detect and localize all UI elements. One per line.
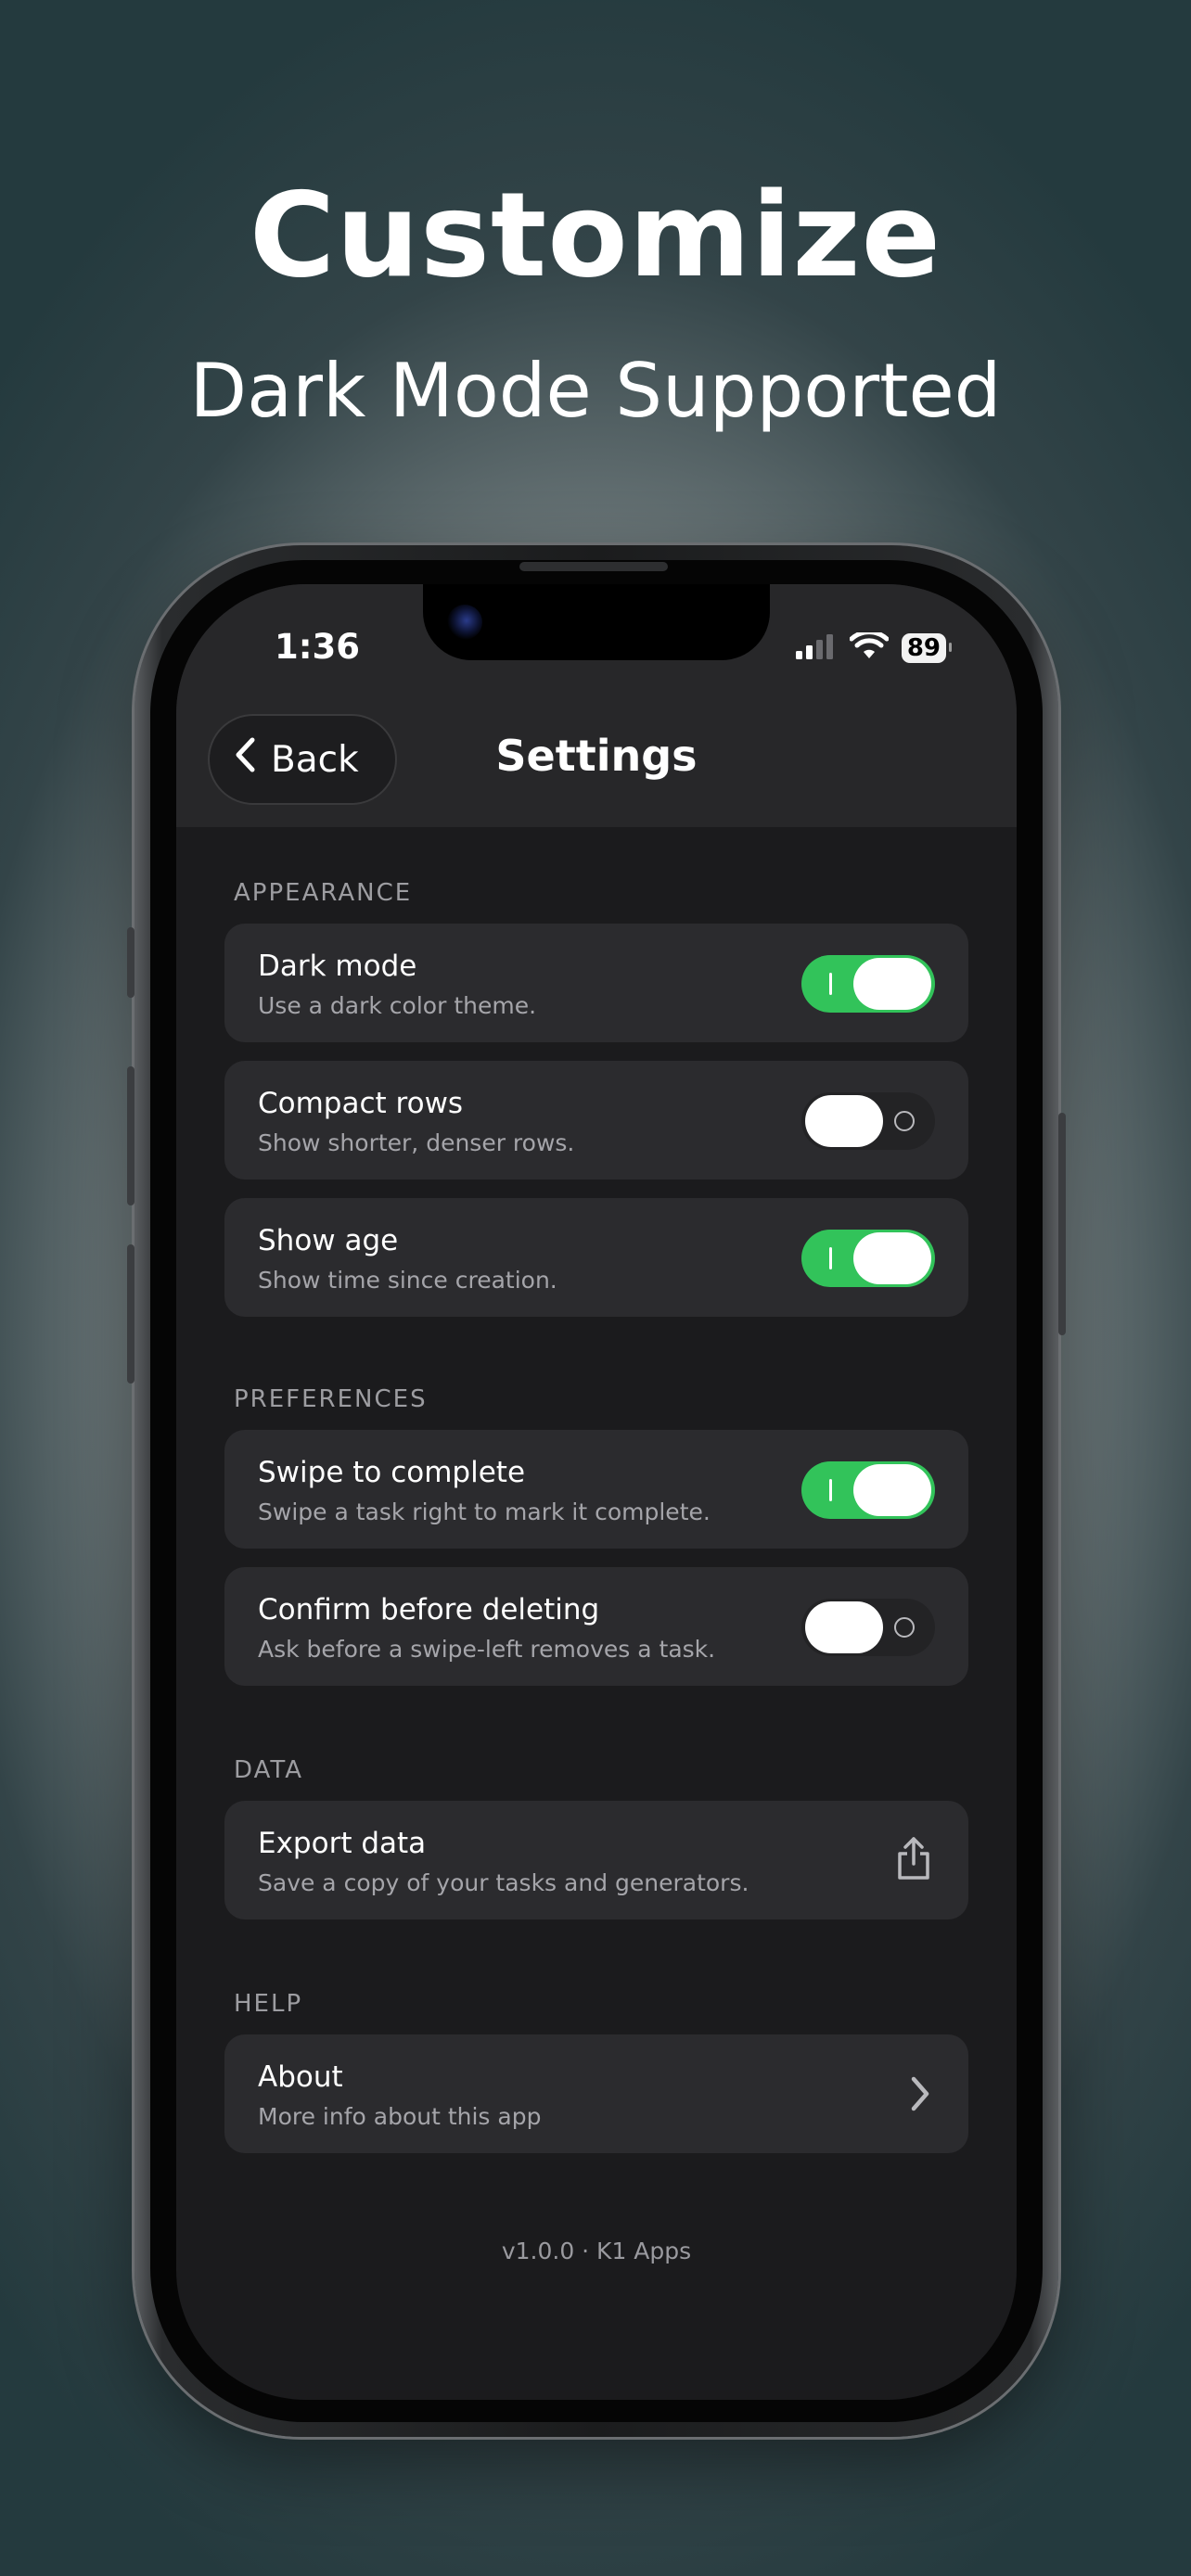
setting-description: Ask before a swipe-left removes a task. [258,1636,716,1663]
volume-down-button [127,1244,134,1384]
setting-description: Show time since creation. [258,1267,557,1294]
setting-title: Swipe to complete [258,1456,526,1489]
setting-title: About [258,2060,343,2094]
setting-row-confirm-before-deleting[interactable]: Confirm before deleting Ask before a swi… [224,1567,968,1686]
battery-indicator: 89 [901,633,953,663]
promo-subheadline: Dark Mode Supported [189,348,1002,434]
setting-description: Show shorter, denser rows. [258,1129,575,1156]
section-label-help: HELP [234,1990,303,2018]
setting-row-export-data[interactable]: Export data Save a copy of your tasks an… [224,1801,968,1919]
section-label-data: DATA [234,1756,303,1784]
volume-up-button [127,1066,134,1205]
setting-description: Use a dark color theme. [258,992,537,1019]
setting-description: More info about this app [258,2103,542,2130]
status-time: 1:36 [274,627,361,667]
setting-title: Confirm before deleting [258,1593,600,1626]
setting-title: Export data [258,1827,427,1860]
setting-title: Compact rows [258,1087,464,1120]
setting-title: Show age [258,1224,399,1257]
compact-rows-toggle[interactable] [801,1092,935,1150]
navigation-bar: 1:36 89 Back Settings [176,584,1017,827]
phone-screen: 1:36 89 Back Settings APPEARANCE Dark mo… [176,584,1017,2400]
setting-description: Swipe a task right to mark it complete. [258,1498,711,1525]
swipe-to-complete-toggle[interactable] [801,1461,935,1519]
mute-switch [127,927,134,998]
setting-row-swipe-to-complete[interactable]: Swipe to complete Swipe a task right to … [224,1430,968,1549]
power-button [1058,1113,1066,1335]
app-version: v1.0.0 · K1 Apps [501,2238,692,2264]
earpiece-speaker [519,562,668,571]
share-icon[interactable] [896,1836,931,1884]
front-camera [447,605,482,640]
setting-title: Dark mode [258,950,417,983]
section-label-preferences: PREFERENCES [234,1385,428,1413]
setting-row-dark-mode[interactable]: Dark mode Use a dark color theme. [224,924,968,1042]
page-title: Settings [495,731,698,781]
setting-row-show-age[interactable]: Show age Show time since creation. [224,1198,968,1317]
cellular-signal-icon [794,632,837,664]
setting-description: Save a copy of your tasks and generators… [258,1869,749,1896]
confirm-before-deleting-toggle[interactable] [801,1599,935,1656]
setting-row-compact-rows[interactable]: Compact rows Show shorter, denser rows. [224,1061,968,1180]
status-icons: 89 [794,630,953,664]
dark-mode-toggle[interactable] [801,955,935,1013]
chevron-right-icon [909,2075,931,2116]
promo-headline: Customize [249,167,942,303]
section-label-appearance: APPEARANCE [234,879,413,907]
setting-row-about[interactable]: About More info about this app [224,2034,968,2153]
show-age-toggle[interactable] [801,1230,935,1287]
wifi-icon [849,630,890,664]
